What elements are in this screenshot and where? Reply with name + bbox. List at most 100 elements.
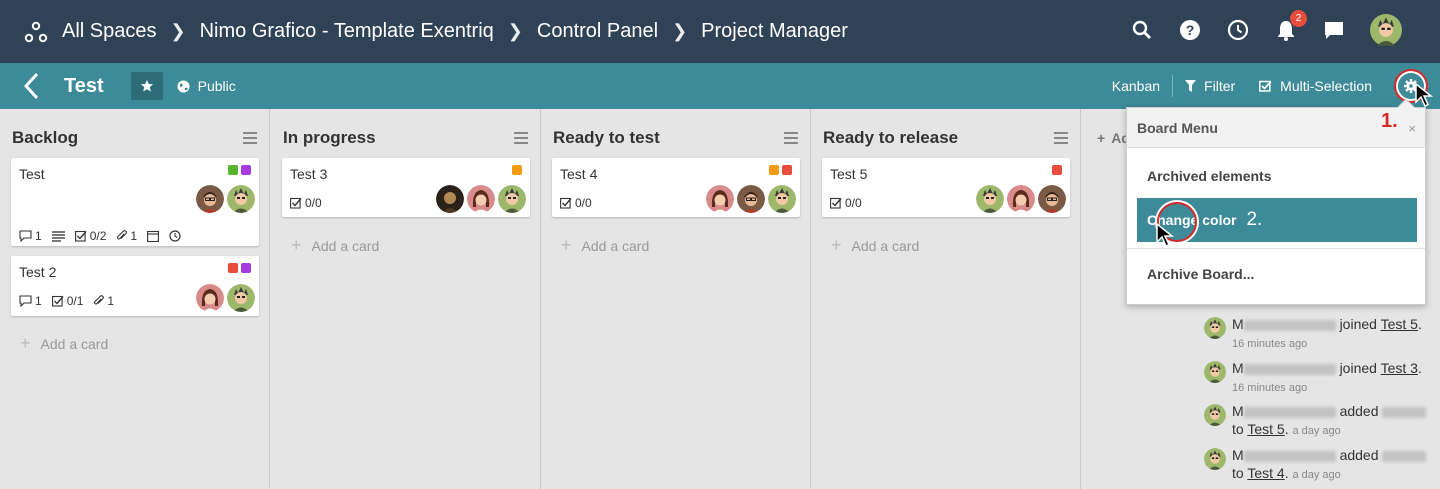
plus-icon: +: [561, 235, 572, 255]
card-labels: [769, 165, 792, 175]
card-link[interactable]: Test 3: [1381, 360, 1418, 376]
filter-button[interactable]: Filter: [1173, 78, 1247, 94]
label-orange: [769, 165, 779, 175]
add-card-button[interactable]: + Add a card: [20, 333, 108, 354]
checklist-count: 0/1: [51, 294, 83, 308]
breadcrumb-control-panel[interactable]: Control Panel: [537, 20, 658, 43]
avatar[interactable]: [706, 185, 734, 213]
avatar[interactable]: [498, 185, 526, 213]
plus-icon: +: [1097, 130, 1106, 146]
list-backlog: Backlog Test 1 0/2 1 Test 2 1 0/1 1 + Ad…: [0, 109, 270, 489]
add-card-button[interactable]: + Add a card: [831, 235, 919, 256]
avatar[interactable]: [1038, 185, 1066, 213]
card-title: Test 2: [19, 264, 57, 280]
breadcrumb-space[interactable]: Nimo Grafico - Template Exentriq: [200, 20, 494, 43]
avatar[interactable]: [196, 185, 224, 213]
label-green: [228, 165, 238, 175]
checkbox-icon: [560, 197, 572, 209]
chevron-right-icon: ❯: [672, 21, 688, 41]
avatar[interactable]: [1007, 185, 1035, 213]
plus-icon: +: [291, 235, 302, 255]
avatar[interactable]: [467, 185, 495, 213]
avatar: [1204, 448, 1226, 470]
avatar[interactable]: [737, 185, 765, 213]
user-avatar[interactable]: [1370, 14, 1402, 46]
activity-feed: M joined Test 5. 16 minutes ago M joined …: [1192, 305, 1440, 489]
card-link[interactable]: Test 4: [1247, 465, 1284, 481]
mouse-cursor-icon: [1415, 82, 1434, 108]
avatar[interactable]: [768, 185, 796, 213]
description-icon: [51, 230, 65, 242]
redacted-name: [1382, 450, 1427, 462]
card-title: Test 3: [290, 166, 328, 182]
label-red: [1052, 165, 1062, 175]
list-title: Ready to release: [823, 128, 959, 147]
breadcrumb: All Spaces ❯ Nimo Grafico - Template Exe…: [24, 20, 848, 44]
list-title: In progress: [283, 128, 376, 147]
clock-icon[interactable]: [1226, 18, 1250, 42]
timestamp: a day ago: [1292, 425, 1341, 437]
card-labels: [512, 165, 522, 175]
search-icon[interactable]: [1130, 18, 1154, 42]
card-labels: [228, 263, 251, 273]
board-toolbar: Test Public Kanban Filter Multi-Selectio…: [0, 63, 1440, 109]
multi-selection-button[interactable]: Multi-Selection: [1247, 78, 1384, 94]
star-button[interactable]: [130, 72, 163, 100]
add-card-button[interactable]: + Add a card: [291, 235, 379, 256]
close-icon[interactable]: ×: [1408, 121, 1416, 136]
menu-item-archive-board[interactable]: Archive Board...: [1137, 252, 1417, 296]
card-link[interactable]: Test 5: [1247, 421, 1284, 437]
avatar: [1204, 361, 1226, 383]
add-card-label: Add a card: [851, 237, 920, 254]
breadcrumb-project-manager[interactable]: Project Manager: [701, 20, 848, 43]
step-annotation-1: 1.: [1381, 110, 1398, 132]
avatar[interactable]: [976, 185, 1004, 213]
card[interactable]: Test 4 0/0: [552, 158, 800, 217]
spaces-icon[interactable]: [24, 20, 48, 44]
comments-count: 1: [19, 229, 42, 243]
chevron-right-icon: ❯: [507, 21, 523, 41]
svg-text:?: ?: [1186, 22, 1195, 38]
card[interactable]: Test 2 1 0/1 1: [11, 256, 259, 316]
chat-icon[interactable]: [1322, 18, 1346, 42]
avatar[interactable]: [436, 185, 464, 213]
add-card-button[interactable]: + Add a card: [561, 235, 649, 256]
plus-icon: +: [20, 333, 31, 353]
list-menu-icon[interactable]: [243, 132, 257, 144]
visibility-label: Public: [197, 78, 236, 94]
checkbox-icon: [1259, 80, 1272, 92]
visibility-toggle[interactable]: Public: [177, 78, 236, 94]
list-title: Ready to test: [553, 128, 660, 147]
list-ready-to-release: Ready to release Test 5 0/0 + Add a card: [811, 109, 1081, 489]
redacted-name: [1243, 319, 1336, 331]
avatar[interactable]: [227, 284, 255, 312]
avatar[interactable]: [196, 284, 224, 312]
label-red: [782, 165, 792, 175]
card[interactable]: Test 3 0/0: [282, 158, 530, 217]
board-title: Test: [64, 74, 104, 97]
help-icon[interactable]: ?: [1178, 18, 1202, 42]
card[interactable]: Test 1 0/2 1: [11, 158, 259, 246]
avatar[interactable]: [227, 185, 255, 213]
star-icon: [140, 80, 153, 92]
list-menu-icon[interactable]: [514, 132, 528, 144]
card[interactable]: Test 5 0/0: [822, 158, 1070, 217]
label-purple: [241, 263, 251, 273]
list-menu-icon[interactable]: [784, 132, 798, 144]
list-menu-icon[interactable]: [1054, 132, 1068, 144]
back-arrow-icon[interactable]: [22, 71, 46, 101]
menu-item-archived-elements[interactable]: Archived elements: [1137, 154, 1417, 198]
filter-label: Filter: [1204, 78, 1236, 94]
plus-icon: +: [831, 235, 842, 255]
timestamp: a day ago: [1292, 469, 1341, 481]
checklist-count: 0/2: [74, 229, 106, 243]
list-title: Backlog: [12, 128, 79, 147]
activity-item: M joined Test 3. 16 minutes ago: [1204, 359, 1422, 397]
card-link[interactable]: Test 5: [1381, 316, 1418, 332]
breadcrumb-all-spaces[interactable]: All Spaces: [62, 20, 157, 43]
timestamp: 16 minutes ago: [1232, 382, 1308, 394]
kanban-view-button[interactable]: Kanban: [1100, 78, 1172, 94]
activity-item: M joined Test 5. 16 minutes ago: [1204, 315, 1422, 353]
bell-icon[interactable]: 2: [1274, 10, 1307, 42]
globe-icon: [177, 80, 190, 92]
